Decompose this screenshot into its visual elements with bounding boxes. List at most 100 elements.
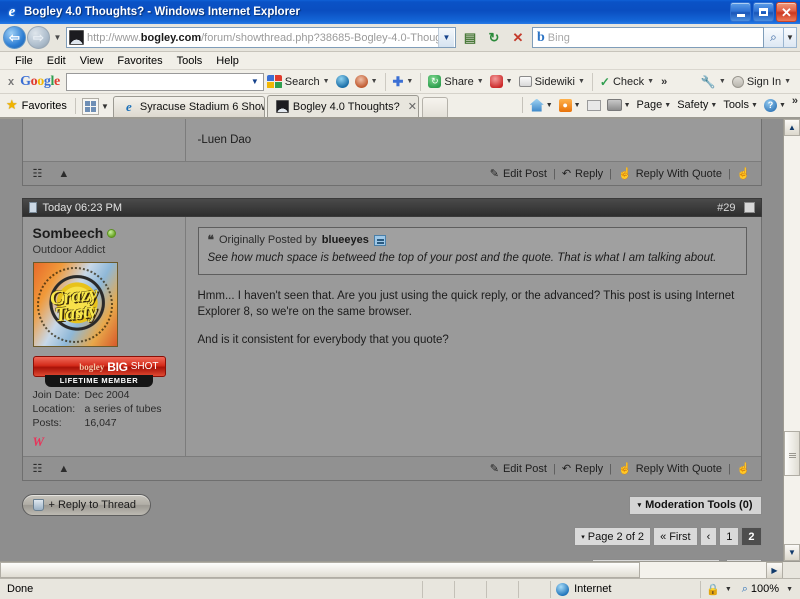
maximize-button[interactable] bbox=[753, 2, 774, 22]
vertical-scroll-thumb[interactable] bbox=[784, 431, 800, 476]
reply-button[interactable]: ↶ Reply bbox=[562, 167, 603, 181]
command-overflow-button[interactable]: » bbox=[789, 95, 798, 107]
google-translate-button[interactable] bbox=[333, 75, 352, 88]
quick-tabs-icon[interactable] bbox=[81, 98, 99, 115]
search-go-icon[interactable]: ⌕ bbox=[764, 27, 784, 48]
forward-button[interactable]: ⇨ bbox=[27, 26, 50, 49]
quick-navigation-forum-button[interactable]: ▾ General Discussion bbox=[591, 559, 720, 561]
stop-icon[interactable]: ✕ bbox=[507, 27, 529, 49]
compatibility-view-icon[interactable]: ▤ bbox=[459, 27, 481, 49]
google-search-input[interactable]: ▼ bbox=[65, 72, 264, 91]
recent-pages-dropdown[interactable]: ▼ bbox=[51, 33, 64, 42]
chevron-down-icon[interactable]: ▼ bbox=[719, 78, 726, 85]
chevron-down-icon[interactable]: ▼ bbox=[725, 586, 732, 593]
menu-favorites[interactable]: Favorites bbox=[110, 55, 169, 67]
chevron-down-icon[interactable]: ▼ bbox=[779, 102, 786, 109]
menu-edit[interactable]: Edit bbox=[40, 55, 73, 67]
chevron-down-icon[interactable]: ▼ bbox=[546, 102, 553, 109]
horizontal-scroll-track[interactable] bbox=[0, 562, 766, 578]
chevron-down-icon[interactable]: ▼ bbox=[371, 78, 378, 85]
search-box[interactable]: b Bing bbox=[532, 27, 764, 48]
edit-post-button[interactable]: ✎ Edit Post bbox=[490, 462, 547, 476]
page-2-button[interactable]: 2 bbox=[741, 527, 762, 546]
post-author[interactable]: Sombeech bbox=[33, 225, 177, 241]
chevron-down-icon[interactable]: ▼ bbox=[647, 78, 654, 85]
google-share-button[interactable]: ↻ Share ▼ bbox=[425, 75, 486, 88]
goto-post-icon[interactable] bbox=[373, 234, 386, 246]
chevron-down-icon[interactable]: ▼ bbox=[751, 102, 758, 109]
chevron-down-icon[interactable]: ▼ bbox=[624, 102, 631, 109]
horizontal-scrollbar[interactable]: ▶ bbox=[0, 561, 800, 579]
tools-menu-button[interactable]: Tools ▼ bbox=[720, 99, 761, 111]
chevron-down-icon[interactable]: ▼ bbox=[710, 102, 717, 109]
menu-file[interactable]: File bbox=[8, 55, 40, 67]
post-select-checkbox[interactable] bbox=[743, 202, 755, 213]
quote-icon[interactable]: ☷ bbox=[33, 462, 43, 475]
google-sidewiki-button[interactable]: Sidewiki ▼ bbox=[516, 76, 588, 88]
google-spellcheck-button[interactable]: ✓ Check ▼ bbox=[597, 76, 657, 88]
protected-mode[interactable]: 🔒 ▼ bbox=[701, 581, 737, 598]
minimize-button[interactable] bbox=[730, 2, 751, 22]
page-selector-button[interactable]: ▾ Page 2 of 2 bbox=[574, 527, 652, 546]
browser-tab-2[interactable]: Bogley 4.0 Thoughts? ✕ bbox=[266, 95, 419, 117]
google-search-button[interactable]: Search ▼ bbox=[264, 74, 333, 89]
chevron-down-icon[interactable]: ▼ bbox=[477, 78, 484, 85]
post-number[interactable]: #29 bbox=[717, 202, 735, 214]
scroll-right-button[interactable]: ▶ bbox=[766, 562, 783, 579]
horizontal-scroll-thumb[interactable] bbox=[0, 562, 640, 578]
safety-menu-button[interactable]: Safety ▼ bbox=[674, 99, 720, 111]
security-zone[interactable]: Internet bbox=[551, 580, 702, 598]
google-input-dropdown-icon[interactable]: ▼ bbox=[247, 77, 263, 86]
tab-list-dropdown-icon[interactable]: ▼ bbox=[99, 102, 111, 111]
favorites-star-icon[interactable]: ★ bbox=[6, 97, 18, 113]
search-input[interactable]: Bing bbox=[548, 32, 570, 44]
menu-help[interactable]: Help bbox=[209, 55, 246, 67]
scroll-down-button[interactable]: ▼ bbox=[784, 544, 800, 561]
favorites-label[interactable]: Favorites bbox=[22, 100, 67, 112]
warning-icon[interactable]: ▲ bbox=[58, 463, 69, 475]
quote-author[interactable]: blueeyes bbox=[322, 234, 369, 246]
menu-view[interactable]: View bbox=[73, 55, 111, 67]
chevron-down-icon[interactable]: ▼ bbox=[406, 78, 413, 85]
google-bookmarks-button[interactable]: ▼ bbox=[352, 75, 381, 88]
zoom-control[interactable]: ⌕ 100% ▼ bbox=[737, 581, 798, 598]
prev-page-button[interactable]: ‹ bbox=[699, 527, 718, 546]
home-button[interactable]: ▼ bbox=[527, 98, 556, 112]
reply-with-quote-button[interactable]: ☝ Reply With Quote bbox=[618, 462, 722, 476]
chevron-down-icon[interactable]: ▼ bbox=[664, 102, 671, 109]
chevron-down-icon[interactable]: ▼ bbox=[506, 78, 513, 85]
google-highlight-button[interactable]: ▼ bbox=[487, 75, 516, 88]
go-to-top-button[interactable]: Top bbox=[725, 559, 762, 561]
page-1-button[interactable]: 1 bbox=[719, 527, 740, 546]
browser-tab-1[interactable]: e Syracuse Stadium 6 Showtim... bbox=[112, 96, 265, 117]
new-tab-button[interactable] bbox=[421, 97, 448, 117]
chevron-down-icon[interactable]: ▼ bbox=[786, 586, 793, 593]
google-plus-button[interactable]: ✚ ▼ bbox=[390, 75, 417, 88]
address-dropdown-icon[interactable]: ▼ bbox=[438, 28, 454, 47]
menu-tools[interactable]: Tools bbox=[170, 55, 210, 67]
close-button[interactable]: ✕ bbox=[776, 2, 797, 22]
read-mail-button[interactable] bbox=[584, 99, 604, 111]
refresh-icon[interactable]: ↻ bbox=[483, 27, 505, 49]
first-page-button[interactable]: « First bbox=[653, 527, 698, 546]
reply-to-thread-button[interactable]: + Reply to Thread bbox=[21, 494, 152, 516]
chevron-down-icon[interactable]: ▼ bbox=[574, 102, 581, 109]
print-button[interactable]: ▼ bbox=[604, 99, 634, 111]
edit-post-button[interactable]: ✎ Edit Post bbox=[490, 167, 547, 181]
chevron-down-icon[interactable]: ▼ bbox=[578, 78, 585, 85]
back-button[interactable]: ⇦ bbox=[3, 26, 26, 49]
vertical-scrollbar[interactable]: ▲ ▼ bbox=[783, 119, 800, 561]
close-tab-icon[interactable]: ✕ bbox=[408, 100, 417, 113]
google-settings-button[interactable]: 🔧 ▼ bbox=[698, 76, 729, 88]
search-provider-dropdown[interactable]: ▼ bbox=[784, 27, 797, 48]
vertical-scroll-track[interactable] bbox=[784, 136, 800, 544]
google-signin-button[interactable]: Sign In ▼ bbox=[729, 75, 794, 88]
toolbar-close-button[interactable]: x bbox=[6, 76, 20, 88]
reply-button[interactable]: ↶ Reply bbox=[562, 462, 603, 476]
warning-icon[interactable]: ▲ bbox=[58, 168, 69, 180]
reply-with-quote-button[interactable]: ☝ Reply With Quote bbox=[618, 167, 722, 181]
help-menu-button[interactable]: ? ▼ bbox=[761, 98, 789, 112]
chevron-down-icon[interactable]: ▼ bbox=[323, 78, 330, 85]
page-menu-button[interactable]: Page ▼ bbox=[634, 99, 675, 111]
toolbar-overflow-button[interactable]: » bbox=[657, 76, 671, 88]
